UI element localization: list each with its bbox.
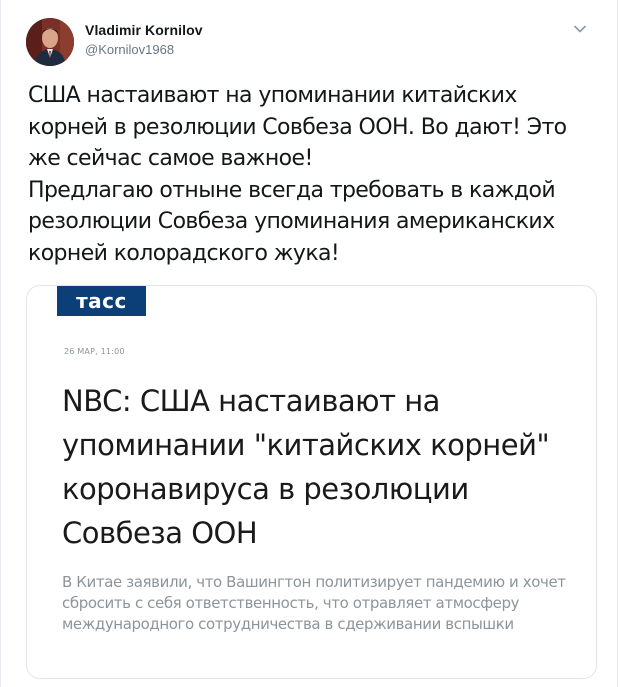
article-lead: В Китае заявили, что Вашингтон политизир… [62,573,566,633]
author-name[interactable]: Vladimir Kornilov [85,22,203,38]
avatar[interactable] [26,18,74,66]
tweet-text: США настаивают на упоминании китайских к… [28,80,600,269]
tweet-paragraph: США настаивают на упоминании китайских к… [28,83,567,171]
tass-logo: тасс [57,286,146,316]
article-headline[interactable]: NBC: США настаивают на упоминании "китай… [62,379,587,555]
link-card[interactable]: тасс 26 МАР, 11:00 NBC: США настаивают н… [26,285,597,679]
tweet-paragraph: Предлагаю отныне всегда требовать в кажд… [28,177,556,266]
chevron-down-icon[interactable] [573,22,587,36]
avatar-image [26,18,74,66]
article-date: 26 МАР, 11:00 [64,347,125,356]
author-handle[interactable]: @Kornilov1968 [85,42,174,57]
tweet: Vladimir Kornilov @Kornilov1968 США наст… [0,0,618,687]
